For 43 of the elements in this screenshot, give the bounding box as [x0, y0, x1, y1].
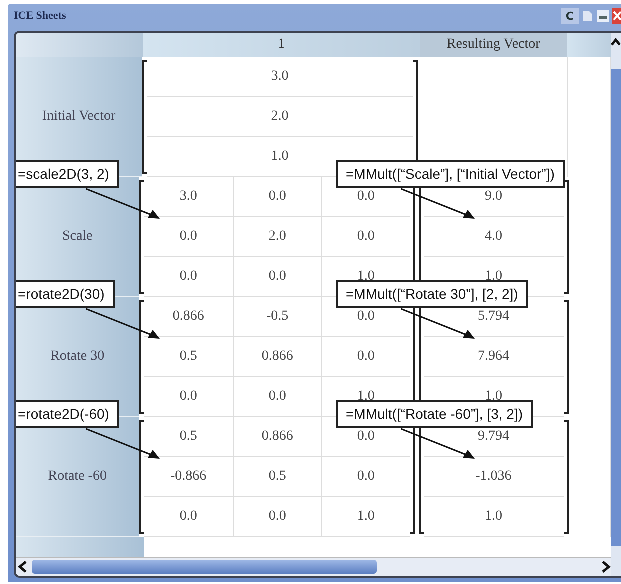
- matrix-cell: 0.0: [234, 177, 322, 216]
- matrix-cell: 0.0: [144, 377, 234, 416]
- result-value: 7.964: [478, 350, 510, 364]
- column-header[interactable]: 1: [143, 33, 420, 57]
- column-header: [567, 33, 611, 57]
- result-value: 1.0: [484, 510, 502, 524]
- formula-callout: =rotate2D(30): [16, 280, 115, 308]
- result-value: -1.036: [476, 470, 512, 484]
- formula-callout: =MMult([“Rotate -60”], [3, 2]): [336, 400, 533, 428]
- window-control[interactable]: C: [560, 8, 579, 24]
- matrix-cell-text: 1.0: [356, 508, 376, 526]
- formula-callout: =MMult([“Rotate 30”], [2, 2]): [336, 280, 528, 308]
- matrix-cell-text: 0.0: [356, 308, 376, 326]
- result-value: 9.0: [484, 190, 502, 204]
- matrix-cell: 0.0: [234, 257, 322, 296]
- minimize-icon[interactable]: [597, 10, 609, 22]
- matrix-cell: 0.5: [234, 457, 322, 496]
- matrix-cell-text: 0.0: [356, 188, 376, 206]
- matrix-cell: 0.0: [144, 497, 234, 536]
- column-header[interactable]: Resulting Vector: [420, 33, 568, 57]
- matrix-cell: 0.866: [234, 417, 322, 456]
- matrix-cell-text: 0.0: [356, 428, 376, 446]
- matrix-cell-text: 0.0: [356, 348, 376, 366]
- matrix-cell-text: 3.0: [270, 68, 290, 86]
- matrix-cell-text: 2.0: [270, 108, 290, 126]
- result-value: 9.794: [478, 430, 510, 444]
- scroll-left-icon[interactable]: [18, 561, 28, 573]
- matrix-cell: 0.0: [234, 377, 322, 416]
- matrix-cell: -0.5: [234, 297, 322, 336]
- matrix-cell: 0.0: [144, 257, 234, 296]
- window-title: ICE Sheets: [14, 10, 68, 22]
- close-icon[interactable]: [612, 8, 621, 24]
- result-value: 5.794: [478, 310, 510, 324]
- formula-callout: =MMult([“Scale”], [“Initial Vector”]): [336, 160, 565, 188]
- matrix-cell: 0.866: [234, 337, 322, 376]
- result-value: 4.0: [484, 230, 502, 244]
- scroll-up-icon[interactable]: [611, 37, 621, 47]
- matrix-cell: 0.0: [234, 497, 322, 536]
- matrix-cell-text: 0.0: [356, 228, 376, 246]
- matrix-cell: 2.0: [234, 217, 322, 256]
- matrix-cell-text: 0.0: [356, 468, 376, 486]
- scroll-right-icon[interactable]: [601, 561, 611, 573]
- formula-callout: =scale2D(3, 2): [16, 160, 120, 188]
